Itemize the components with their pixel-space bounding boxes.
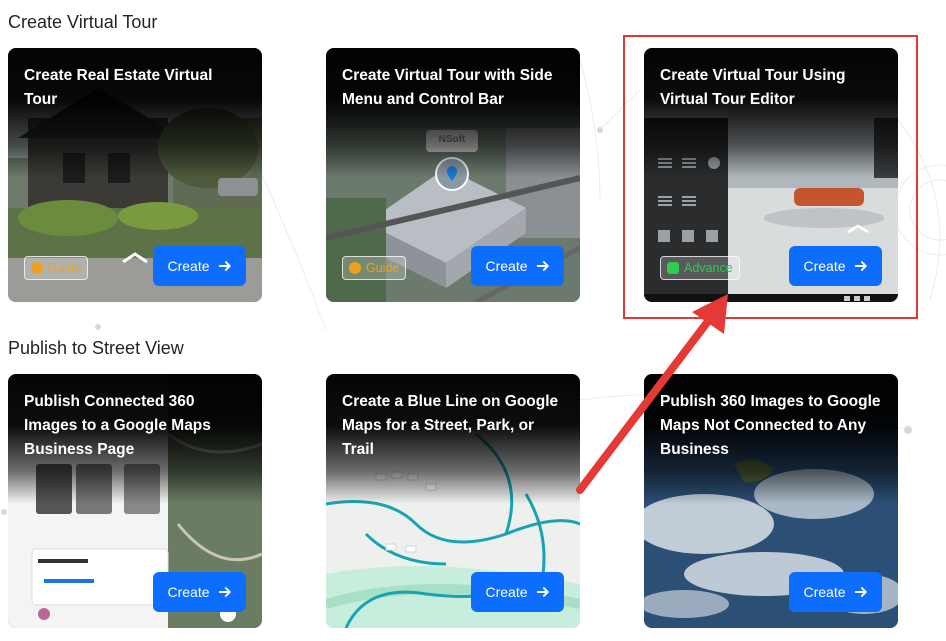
card-blue-line[interactable]: Create a Blue Line on Google Maps for a … bbox=[326, 374, 580, 628]
create-button-label: Create bbox=[167, 258, 210, 274]
create-button[interactable]: Create bbox=[789, 572, 882, 612]
badge-label: Guide bbox=[48, 261, 82, 275]
arrow-right-icon bbox=[536, 261, 549, 271]
guide-icon bbox=[349, 262, 361, 274]
arrow-right-icon bbox=[218, 261, 231, 271]
create-button-label: Create bbox=[485, 584, 528, 600]
card-side-menu-tour[interactable]: NSoft Create Virtual Tour with Side Menu… bbox=[326, 48, 580, 302]
card-real-estate-tour[interactable]: Create Real Estate Virtual Tour Guide Cr… bbox=[8, 48, 262, 302]
guide-badge[interactable]: Guide bbox=[342, 256, 407, 280]
guide-icon bbox=[31, 262, 43, 274]
section-title-street-view: Publish to Street View bbox=[8, 338, 184, 358]
card-google-maps-business[interactable]: Publish Connected 360 Images to a Google… bbox=[8, 374, 262, 628]
card-title: Create a Blue Line on Google Maps for a … bbox=[342, 393, 559, 458]
create-button[interactable]: Create bbox=[153, 246, 246, 286]
create-button[interactable]: Create bbox=[471, 246, 564, 286]
arrow-right-icon bbox=[536, 587, 549, 597]
badge-label: Guide bbox=[366, 261, 400, 275]
create-button-label: Create bbox=[803, 584, 846, 600]
section-title-virtual-tour: Create Virtual Tour bbox=[8, 12, 158, 32]
card-not-connected-business[interactable]: Publish 360 Images to Google Maps Not Co… bbox=[644, 374, 898, 628]
create-button[interactable]: Create bbox=[153, 572, 246, 612]
map-pin-label: NSoft bbox=[438, 134, 466, 145]
card-title: Publish 360 Images to Google Maps Not Co… bbox=[660, 393, 881, 458]
arrow-right-icon bbox=[218, 587, 231, 597]
create-button-label: Create bbox=[167, 584, 210, 600]
card-title: Create Real Estate Virtual Tour bbox=[24, 67, 213, 108]
card-title: Create Virtual Tour with Side Menu and C… bbox=[342, 67, 553, 108]
guide-badge[interactable]: Guide bbox=[24, 256, 89, 280]
create-button[interactable]: Create bbox=[471, 572, 564, 612]
card-title: Publish Connected 360 Images to a Google… bbox=[24, 393, 211, 458]
arrow-right-icon bbox=[854, 587, 867, 597]
create-button-label: Create bbox=[485, 258, 528, 274]
highlight-annotation-box bbox=[623, 35, 918, 319]
